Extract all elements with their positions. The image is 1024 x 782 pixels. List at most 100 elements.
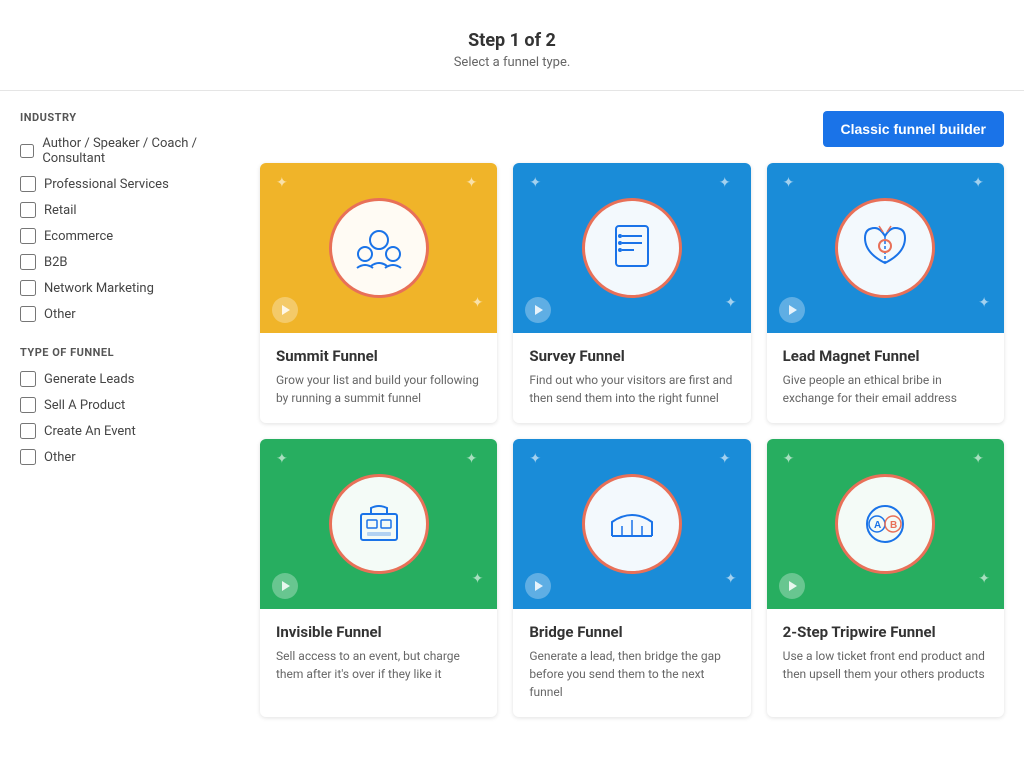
leadmagnet-funnel-desc: Give people an ethical bribe in exchange… [783,371,988,407]
funnel-card-body-survey: Survey Funnel Find out who your visitors… [513,333,750,423]
sparkle-icon: ✦ [719,175,731,191]
sidebar: INDUSTRY Author / Speaker / Coach / Cons… [20,111,240,717]
industry-label-other: Other [44,307,76,322]
funnel-type-item-event[interactable]: Create An Event [20,423,240,439]
industry-label-ecommerce: Ecommerce [44,229,113,244]
industry-item-retail[interactable]: Retail [20,202,240,218]
sparkle-icon: ✦ [472,295,484,311]
sparkle-icon: ✦ [972,175,984,191]
industry-checkbox-author[interactable] [20,143,34,159]
funnel-card-image-bridge: ✦ ✦ ✦ [513,439,750,609]
invisible-icon [349,494,409,554]
step-subtitle: Select a funnel type. [0,55,1024,70]
tripwire-icon-circle: A B [835,474,935,574]
industry-checkbox-b2b[interactable] [20,254,36,270]
summit-funnel-title: Summit Funnel [276,347,481,365]
funnel-type-item-leads[interactable]: Generate Leads [20,371,240,387]
funnel-type-checkbox-leads[interactable] [20,371,36,387]
funnel-type-label-other: Other [44,450,76,465]
industry-checkbox-professional[interactable] [20,176,36,192]
leadmagnet-funnel-title: Lead Magnet Funnel [783,347,988,365]
classic-funnel-builder-button[interactable]: Classic funnel builder [823,111,1004,147]
bridge-icon-circle [582,474,682,574]
industry-checkbox-retail[interactable] [20,202,36,218]
funnel-card-image-tripwire: ✦ ✦ ✦ A B [767,439,1004,609]
sparkle-icon: ✦ [783,451,795,467]
main-content: Classic funnel builder ✦ ✦ ✦ [260,111,1004,717]
funnel-type-checkbox-other[interactable] [20,449,36,465]
sparkle-icon: ✦ [978,295,990,311]
funnel-card-body-bridge: Bridge Funnel Generate a lead, then brid… [513,609,750,717]
bridge-funnel-desc: Generate a lead, then bridge the gap bef… [529,647,734,701]
industry-checkbox-group: Author / Speaker / Coach / Consultant Pr… [20,136,240,322]
funnel-type-label-event: Create An Event [44,424,136,439]
industry-label-b2b: B2B [44,255,68,270]
funnel-card-bridge[interactable]: ✦ ✦ ✦ [513,439,750,717]
funnel-type-label-leads: Generate Leads [44,372,134,387]
funnel-card-survey[interactable]: ✦ ✦ ✦ [513,163,750,423]
sparkle-icon: ✦ [529,175,541,191]
industry-label-professional: Professional Services [44,177,169,192]
industry-item-network[interactable]: Network Marketing [20,280,240,296]
play-button[interactable] [525,297,551,323]
funnel-card-invisible[interactable]: ✦ ✦ ✦ [260,439,497,717]
funnel-grid: ✦ ✦ ✦ [260,163,1004,717]
industry-item-author[interactable]: Author / Speaker / Coach / Consultant [20,136,240,166]
sparkle-icon: ✦ [725,295,737,311]
sparkle-icon: ✦ [529,451,541,467]
funnel-card-body-summit: Summit Funnel Grow your list and build y… [260,333,497,423]
survey-icon-circle [582,198,682,298]
funnel-type-item-other[interactable]: Other [20,449,240,465]
play-button[interactable] [272,573,298,599]
bridge-icon [602,494,662,554]
industry-item-other[interactable]: Other [20,306,240,322]
industry-label-network: Network Marketing [44,281,154,296]
play-button[interactable] [779,297,805,323]
sparkle-icon: ✦ [276,175,288,191]
tripwire-funnel-title: 2-Step Tripwire Funnel [783,623,988,641]
funnel-card-body-tripwire: 2-Step Tripwire Funnel Use a low ticket … [767,609,1004,699]
tripwire-funnel-desc: Use a low ticket front end product and t… [783,647,988,683]
funnel-card-image-summit: ✦ ✦ ✦ [260,163,497,333]
play-button[interactable] [779,573,805,599]
industry-checkbox-ecommerce[interactable] [20,228,36,244]
industry-section-label: INDUSTRY [20,111,240,124]
sparkle-icon: ✦ [783,175,795,191]
industry-label-author: Author / Speaker / Coach / Consultant [42,136,240,166]
play-button[interactable] [525,573,551,599]
tripwire-icon: A B [855,494,915,554]
industry-checkbox-network[interactable] [20,280,36,296]
bridge-funnel-title: Bridge Funnel [529,623,734,641]
industry-item-ecommerce[interactable]: Ecommerce [20,228,240,244]
industry-item-professional[interactable]: Professional Services [20,176,240,192]
invisible-funnel-title: Invisible Funnel [276,623,481,641]
play-button[interactable] [272,297,298,323]
sparkle-icon: ✦ [719,451,731,467]
funnel-card-summit[interactable]: ✦ ✦ ✦ [260,163,497,423]
invisible-funnel-desc: Sell access to an event, but charge them… [276,647,481,683]
sparkle-icon: ✦ [972,451,984,467]
industry-item-b2b[interactable]: B2B [20,254,240,270]
funnel-type-checkbox-sell[interactable] [20,397,36,413]
funnel-card-image-survey: ✦ ✦ ✦ [513,163,750,333]
summit-icon [349,218,409,278]
funnel-type-item-sell[interactable]: Sell A Product [20,397,240,413]
survey-icon [602,218,662,278]
funnel-card-tripwire[interactable]: ✦ ✦ ✦ A B [767,439,1004,717]
svg-text:A: A [874,520,881,531]
funnel-type-checkbox-event[interactable] [20,423,36,439]
industry-checkbox-other[interactable] [20,306,36,322]
svg-text:B: B [890,520,897,531]
survey-funnel-desc: Find out who your visitors are first and… [529,371,734,407]
funnel-type-checkbox-group: Generate Leads Sell A Product Create An … [20,371,240,465]
sparkle-icon: ✦ [725,571,737,587]
survey-funnel-title: Survey Funnel [529,347,734,365]
sparkle-icon: ✦ [978,571,990,587]
funnel-card-image-invisible: ✦ ✦ ✦ [260,439,497,609]
funnel-card-leadmagnet[interactable]: ✦ ✦ ✦ [767,163,1004,423]
step-title: Step 1 of 2 [0,30,1024,51]
summit-icon-circle [329,198,429,298]
summit-funnel-desc: Grow your list and build your following … [276,371,481,407]
invisible-icon-circle [329,474,429,574]
leadmagnet-icon-circle [835,198,935,298]
